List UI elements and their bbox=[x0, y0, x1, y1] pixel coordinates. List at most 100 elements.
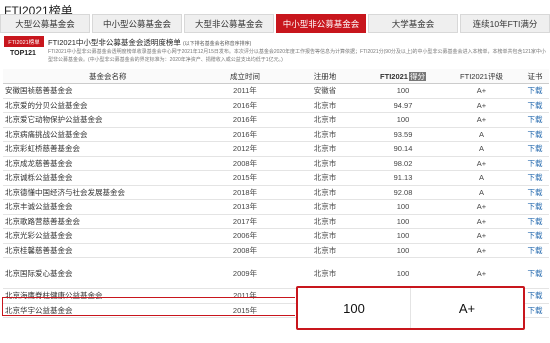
cell-name: 北京成龙慈善基金会 bbox=[3, 156, 204, 171]
cell-location: 北京市 bbox=[286, 185, 364, 200]
ranking-description: FTI2021中小型非公募基金会透明度榜单收录基金会中心网于2021年12月15… bbox=[48, 49, 546, 63]
cell-grade: A+ bbox=[442, 112, 521, 128]
tab-bar: 大型公募基金会 中小型公募基金会 大型非公募基金会 中小型非公募基金会 大学基金会 连续1… bbox=[0, 14, 550, 33]
cell-fti: 100 bbox=[364, 83, 442, 99]
cell-location: 北京市 bbox=[286, 156, 364, 171]
cell-year: 2018年 bbox=[204, 185, 286, 200]
certificate-download-link[interactable]: 下载 bbox=[521, 83, 549, 99]
cell-name: 北京光彩公益基金会 bbox=[3, 228, 204, 244]
table-row: 北京歌路营慈善基金会 2017年 北京市 100 A+ 下载 bbox=[3, 214, 549, 229]
cell-location: 北京市 bbox=[286, 199, 364, 215]
table-row: 北京国际爱心基金会 2009年 北京市 100 A+ 下载 bbox=[3, 257, 549, 289]
certificate-download-link[interactable]: 下载 bbox=[521, 243, 549, 258]
cell-fti: 98.02 bbox=[364, 156, 442, 171]
ranking-title: FTI2021中小型非公募基金会透明度榜单 (以下排名基金会名称音序排序) bbox=[48, 37, 251, 48]
cell-year: 2016年 bbox=[204, 98, 286, 113]
ranking-title-text: FTI2021中小型非公募基金会透明度榜单 bbox=[48, 38, 181, 47]
cell-location: 北京市 bbox=[286, 257, 364, 289]
tab-4[interactable]: 大学基金会 bbox=[368, 14, 458, 33]
cell-name: 北京德懂中国经济与社会发展基金会 bbox=[3, 185, 204, 200]
cell-year: 2017年 bbox=[204, 214, 286, 229]
cell-fti: 100 bbox=[364, 199, 442, 215]
cell-location: 北京市 bbox=[286, 141, 364, 157]
cell-name: 北京丰诚公益基金会 bbox=[3, 199, 204, 215]
cell-year: 2006年 bbox=[204, 228, 286, 244]
cell-fti: 100 bbox=[364, 214, 442, 229]
cell-grade: A+ bbox=[442, 243, 521, 258]
cell-name: 北京爱它动物保护公益基金会 bbox=[3, 112, 204, 128]
cell-location: 北京市 bbox=[286, 98, 364, 113]
header-fti-sort-tag[interactable]: 得分 bbox=[408, 71, 426, 81]
cell-location: 安徽省 bbox=[286, 83, 364, 99]
cell-name: 北京彩虹桥慈善基金会 bbox=[3, 141, 204, 157]
cell-grade: A+ bbox=[442, 83, 521, 99]
cell-fti: 100 bbox=[364, 257, 442, 289]
table-row: 北京光彩公益基金会 2006年 北京市 100 A+ 下载 bbox=[3, 228, 549, 244]
cell-location: 北京市 bbox=[286, 112, 364, 128]
certificate-download-link[interactable]: 下载 bbox=[521, 303, 549, 318]
cell-grade: A+ bbox=[442, 199, 521, 215]
cell-location: 北京市 bbox=[286, 214, 364, 229]
cell-year: 2012年 bbox=[204, 141, 286, 157]
cell-name: 北京国际爱心基金会 bbox=[3, 257, 204, 289]
cell-fti: 100 bbox=[364, 228, 442, 244]
cell-year: 2016年 bbox=[204, 112, 286, 128]
cell-name: 北京爱的分贝公益基金会 bbox=[3, 98, 204, 113]
certificate-download-link[interactable]: 下载 bbox=[521, 185, 549, 200]
tab-1[interactable]: 中小型公募基金会 bbox=[92, 14, 182, 33]
certificate-download-link[interactable]: 下载 bbox=[521, 98, 549, 113]
highlight-score-box: 100 A+ bbox=[296, 286, 525, 330]
header-fti-label: FTI2021 bbox=[380, 71, 408, 81]
cell-grade: A+ bbox=[442, 228, 521, 244]
cell-grade: A bbox=[442, 170, 521, 186]
header-name[interactable]: 基金会名称 bbox=[3, 69, 204, 84]
table-row: 北京成龙慈善基金会 2008年 北京市 98.02 A+ 下载 bbox=[3, 156, 549, 171]
table-row: 北京诚栎公益基金会 2015年 北京市 91.13 A 下载 bbox=[3, 170, 549, 186]
header-year[interactable]: 成立时间 bbox=[204, 69, 286, 84]
certificate-download-link[interactable]: 下载 bbox=[521, 214, 549, 229]
header-cert: 证书 bbox=[521, 69, 549, 84]
highlight-row-border bbox=[2, 297, 295, 316]
table-row: 北京爱的分贝公益基金会 2016年 北京市 94.97 A+ 下载 bbox=[3, 98, 549, 113]
cell-grade: A+ bbox=[442, 214, 521, 229]
cell-year: 2013年 bbox=[204, 199, 286, 215]
tab-0[interactable]: 大型公募基金会 bbox=[0, 14, 90, 33]
cell-location: 北京市 bbox=[286, 228, 364, 244]
ranking-info: FTI2021榜单 TOP121 FTI2021中小型非公募基金会透明度榜单 (以… bbox=[4, 36, 548, 66]
top-label: TOP121 bbox=[10, 50, 36, 57]
cell-location: 北京市 bbox=[286, 170, 364, 186]
certificate-download-link[interactable]: 下载 bbox=[521, 156, 549, 171]
certificate-download-link[interactable]: 下载 bbox=[521, 228, 549, 244]
certificate-download-link[interactable]: 下载 bbox=[521, 199, 549, 215]
cell-fti: 90.14 bbox=[364, 141, 442, 157]
cell-year: 2011年 bbox=[204, 83, 286, 99]
tab-2[interactable]: 大型非公募基金会 bbox=[184, 14, 274, 33]
cell-grade: A+ bbox=[442, 156, 521, 171]
certificate-download-link[interactable]: 下载 bbox=[521, 112, 549, 128]
table-row: 北京病痛挑战公益基金会 2016年 北京市 93.59 A 下载 bbox=[3, 127, 549, 142]
highlight-grade: A+ bbox=[410, 288, 523, 328]
cell-year: 2008年 bbox=[204, 156, 286, 171]
table-row: 北京爱它动物保护公益基金会 2016年 北京市 100 A+ 下载 bbox=[3, 112, 549, 128]
cell-grade: A+ bbox=[442, 98, 521, 113]
header-grade[interactable]: FTI2021评级 bbox=[442, 69, 521, 84]
tab-3[interactable]: 中小型非公募基金会 bbox=[276, 14, 366, 33]
cell-grade: A bbox=[442, 127, 521, 142]
cell-fti: 92.08 bbox=[364, 185, 442, 200]
certificate-download-link[interactable]: 下载 bbox=[521, 170, 549, 186]
table-row: 北京桂馨慈善基金会 2008年 北京市 100 A+ 下载 bbox=[3, 243, 549, 258]
cell-year: 2016年 bbox=[204, 127, 286, 142]
header-location[interactable]: 注册地 bbox=[286, 69, 364, 84]
cell-year: 2015年 bbox=[204, 170, 286, 186]
certificate-download-link[interactable]: 下载 bbox=[521, 141, 549, 157]
cell-location: 北京市 bbox=[286, 127, 364, 142]
cell-fti: 94.97 bbox=[364, 98, 442, 113]
ranking-table: 基金会名称 成立时间 注册地 FTI2021 得分 FTI2021评级 证书 安徽… bbox=[3, 69, 549, 318]
fti-logo: FTI2021榜单 bbox=[4, 36, 44, 47]
tab-5[interactable]: 连续10年FTI满分 bbox=[460, 14, 550, 33]
certificate-download-link[interactable]: 下载 bbox=[521, 257, 549, 289]
table-row: 北京丰诚公益基金会 2013年 北京市 100 A+ 下载 bbox=[3, 199, 549, 215]
certificate-download-link[interactable]: 下载 bbox=[521, 127, 549, 142]
certificate-download-link[interactable]: 下载 bbox=[521, 288, 549, 304]
header-fti[interactable]: FTI2021 得分 bbox=[364, 69, 442, 84]
